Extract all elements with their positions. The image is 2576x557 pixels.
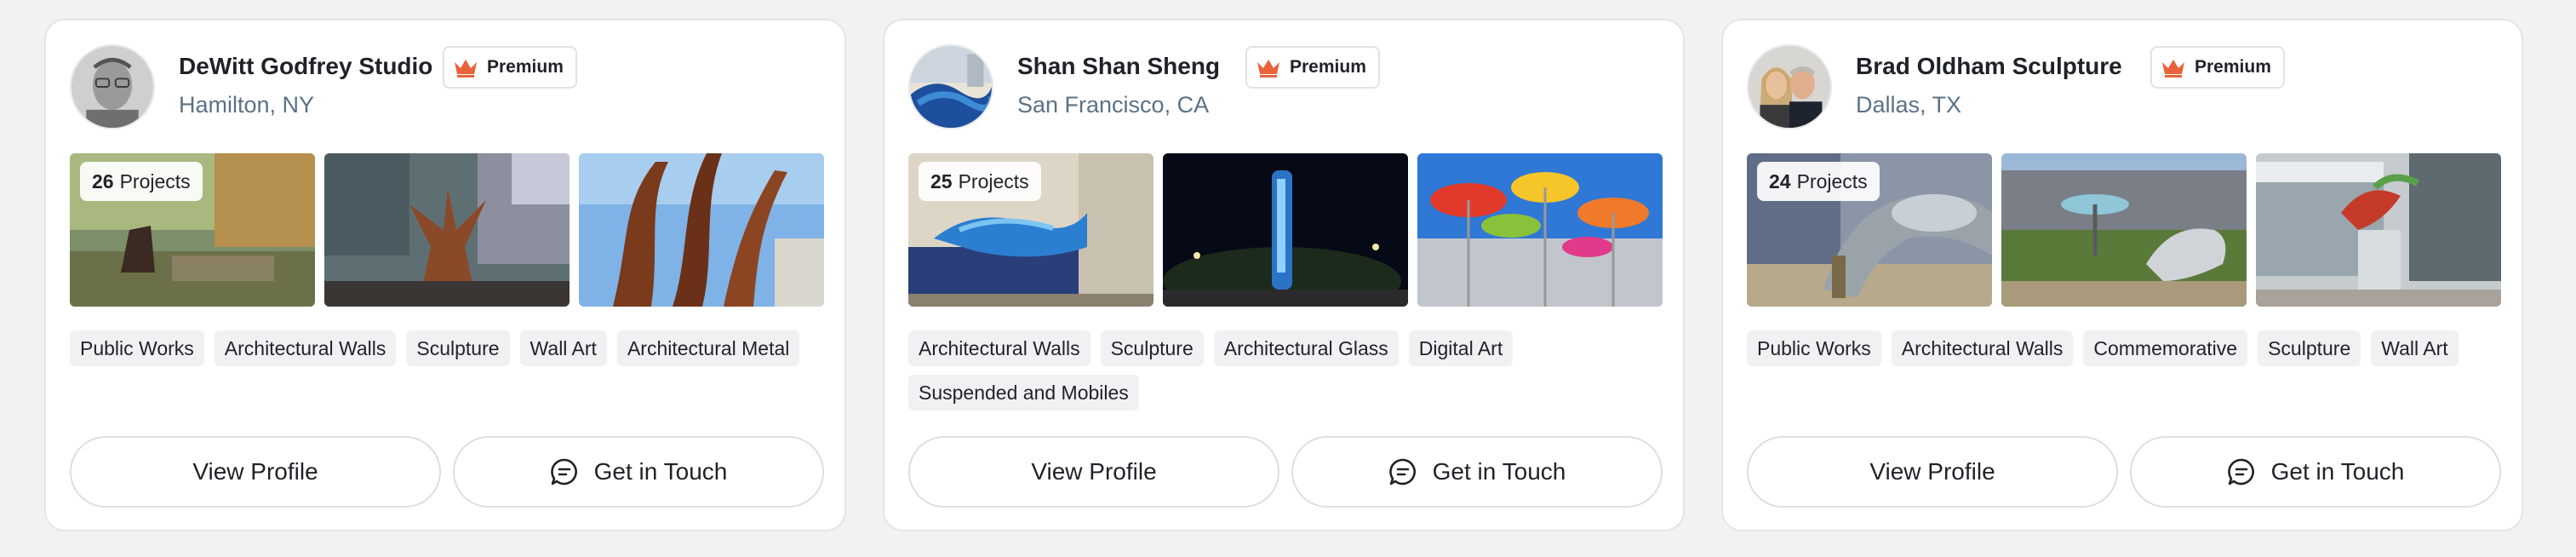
artist-name[interactable]: Brad Oldham Sculpture xyxy=(1856,53,2122,80)
crown-icon xyxy=(455,60,477,78)
get-in-touch-label: Get in Touch xyxy=(2270,458,2405,485)
projects-count-badge: 24 Projects xyxy=(1757,162,1880,201)
artist-location: San Francisco, CA xyxy=(1017,92,1210,118)
category-tag[interactable]: Wall Art xyxy=(519,330,607,366)
get-in-touch-button[interactable]: Get in Touch xyxy=(1291,436,1663,508)
category-tag[interactable]: Architectural Walls xyxy=(908,330,1091,366)
card-actions: View Profile Get in Touch xyxy=(908,436,1663,508)
category-tag[interactable]: Suspended and Mobiles xyxy=(908,375,1139,411)
project-gallery: 25 Projects xyxy=(908,153,1663,307)
artist-location: Hamilton, NY xyxy=(179,92,315,118)
category-tag[interactable]: Commemorative xyxy=(2083,330,2248,366)
category-tag[interactable]: Architectural Glass xyxy=(1213,330,1399,366)
artist-name[interactable]: Shan Shan Sheng xyxy=(1017,53,1220,80)
crown-icon xyxy=(2162,60,2184,78)
card-header: DeWitt Godfrey Studio Premium Hamilton, … xyxy=(70,44,821,129)
chat-bubble-icon xyxy=(550,458,577,485)
project-thumbnail[interactable] xyxy=(1163,153,1408,307)
projects-count: 26 xyxy=(92,169,114,192)
category-tag[interactable]: Wall Art xyxy=(2371,330,2459,366)
projects-label: Projects xyxy=(1796,169,1868,192)
project-thumbnail[interactable] xyxy=(579,153,824,307)
card-actions: View Profile Get in Touch xyxy=(70,436,824,508)
artist-card: Shan Shan Sheng Premium San Francisco, C… xyxy=(883,19,1685,531)
crown-icon xyxy=(1257,60,1279,78)
projects-count: 24 xyxy=(1769,169,1791,192)
category-tag[interactable]: Architectural Metal xyxy=(616,330,800,366)
projects-label: Projects xyxy=(958,169,1029,192)
category-tag[interactable]: Sculpture xyxy=(1100,330,1204,366)
projects-count-badge: 26 Projects xyxy=(80,162,203,201)
projects-label: Projects xyxy=(119,169,191,192)
artist-location: Dallas, TX xyxy=(1856,92,1962,118)
card-header: Brad Oldham Sculpture Premium Dallas, TX xyxy=(1747,44,2498,129)
project-thumbnail[interactable]: 26 Projects xyxy=(70,153,315,307)
category-tags: Public Works Architectural Walls Sculptu… xyxy=(70,330,824,366)
card-header: Shan Shan Sheng Premium San Francisco, C… xyxy=(908,44,1659,129)
category-tag[interactable]: Sculpture xyxy=(2258,330,2361,366)
category-tag[interactable]: Public Works xyxy=(1747,330,1881,366)
project-thumbnail[interactable] xyxy=(324,153,570,307)
get-in-touch-label: Get in Touch xyxy=(1432,458,1566,485)
view-profile-button[interactable]: View Profile xyxy=(908,436,1279,508)
project-thumbnail[interactable]: 25 Projects xyxy=(908,153,1153,307)
view-profile-label: View Profile xyxy=(192,458,318,485)
category-tag[interactable]: Architectural Walls xyxy=(1891,330,2074,366)
project-gallery: 26 Projects xyxy=(70,153,824,307)
premium-label: Premium xyxy=(1290,57,1366,77)
artist-avatar[interactable] xyxy=(70,44,155,129)
category-tag[interactable]: Sculpture xyxy=(406,330,510,366)
get-in-touch-button[interactable]: Get in Touch xyxy=(2130,436,2501,508)
project-gallery: 24 Projects xyxy=(1747,153,2501,307)
artist-avatar[interactable] xyxy=(908,44,993,129)
view-profile-label: View Profile xyxy=(1031,458,1157,485)
artist-card: DeWitt Godfrey Studio Premium Hamilton, … xyxy=(44,19,846,531)
projects-count: 25 xyxy=(930,169,953,192)
project-thumbnail[interactable] xyxy=(1417,153,1663,307)
view-profile-label: View Profile xyxy=(1869,458,1995,485)
get-in-touch-button[interactable]: Get in Touch xyxy=(453,436,824,508)
project-thumbnail[interactable] xyxy=(2256,153,2501,307)
artist-avatar[interactable] xyxy=(1747,44,1832,129)
premium-label: Premium xyxy=(487,57,564,77)
category-tag[interactable]: Digital Art xyxy=(1408,330,1514,366)
premium-label: Premium xyxy=(2195,57,2271,77)
premium-badge: Premium xyxy=(2150,46,2285,89)
category-tags: Public Works Architectural Walls Commemo… xyxy=(1747,330,2501,366)
get-in-touch-label: Get in Touch xyxy=(593,458,728,485)
project-thumbnail[interactable]: 24 Projects xyxy=(1747,153,1992,307)
category-tags: Architectural Walls Sculpture Architectu… xyxy=(908,330,1663,411)
chat-bubble-icon xyxy=(2227,458,2254,485)
project-thumbnail[interactable] xyxy=(2001,153,2247,307)
premium-badge: Premium xyxy=(1245,46,1380,89)
category-tag[interactable]: Architectural Walls xyxy=(214,330,397,366)
view-profile-button[interactable]: View Profile xyxy=(70,436,441,508)
premium-badge: Premium xyxy=(443,46,577,89)
category-tag[interactable]: Public Works xyxy=(70,330,204,366)
view-profile-button[interactable]: View Profile xyxy=(1747,436,2118,508)
projects-count-badge: 25 Projects xyxy=(919,162,1041,201)
artist-card: Brad Oldham Sculpture Premium Dallas, TX… xyxy=(1721,19,2523,531)
chat-bubble-icon xyxy=(1388,458,1416,485)
artist-name[interactable]: DeWitt Godfrey Studio xyxy=(179,53,432,80)
card-actions: View Profile Get in Touch xyxy=(1747,436,2501,508)
